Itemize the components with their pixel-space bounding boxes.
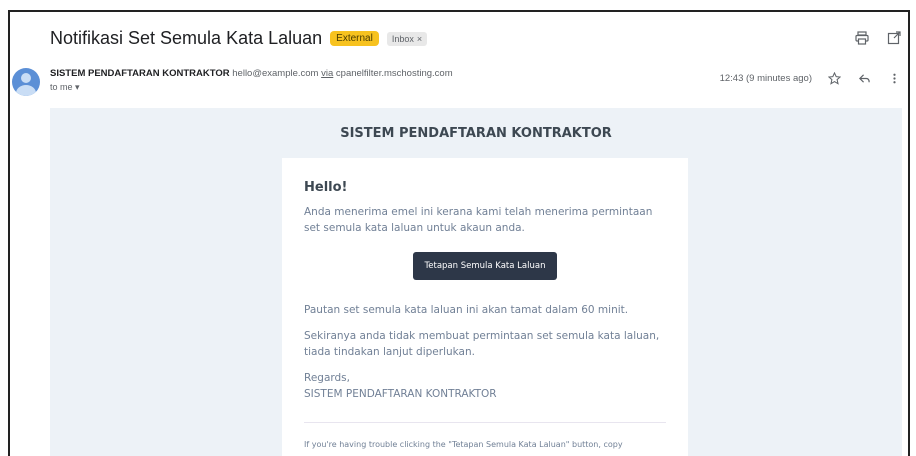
intro-paragraph: Anda menerima emel ini kerana kami telah… (304, 206, 653, 234)
email-card: Hello! Anda menerima emel ini kerana kam… (282, 158, 688, 456)
print-icon[interactable] (854, 30, 870, 46)
more-vert-icon[interactable] (886, 70, 902, 86)
chevron-down-icon: ▾ (75, 82, 80, 92)
open-in-new-icon[interactable] (886, 30, 902, 46)
footer-help-text: If you're having trouble clicking the "T… (304, 422, 666, 453)
email-body: SISTEM PENDAFTARAN KONTRAKTOR Hello! And… (50, 108, 902, 456)
message-meta: 12:43 (9 minutes ago) (720, 70, 902, 86)
email-brand-header[interactable]: SISTEM PENDAFTARAN KONTRAKTOR (50, 126, 902, 141)
sender-row: SISTEM PENDAFTARAN KONTRAKTOR hello@exam… (10, 64, 908, 98)
reset-password-button[interactable]: Tetapan Semula Kata Laluan (412, 252, 558, 280)
recipients-toggle[interactable]: to me ▾ (50, 82, 80, 93)
external-badge: External (330, 31, 379, 46)
inbox-label[interactable]: Inbox × (386, 31, 428, 46)
reply-icon[interactable] (856, 70, 872, 86)
sender-name[interactable]: SISTEM PENDAFTARAN KONTRAKTOR (50, 68, 230, 79)
no-action-paragraph: Sekiranya anda tidak membuat permintaan … (304, 330, 660, 358)
signature-text: SISTEM PENDAFTARAN KONTRAKTOR (304, 388, 497, 400)
close-icon[interactable]: × (417, 34, 422, 44)
greeting: Hello! (304, 180, 348, 195)
thread-actions (854, 30, 902, 46)
recipients-label: to me (50, 82, 73, 92)
sender-email: hello@example.com (232, 68, 319, 79)
email-subject: Notifikasi Set Semula Kata Laluan (50, 28, 323, 48)
expiry-paragraph: Pautan set semula kata laluan ini akan t… (304, 304, 629, 316)
sender-line: SISTEM PENDAFTARAN KONTRAKTOR hello@exam… (50, 68, 453, 79)
via-domain: cpanelfilter.mschosting.com (335, 68, 453, 79)
message-time: 12:43 (9 minutes ago) (719, 72, 812, 84)
regards-text: Regards, (304, 372, 350, 384)
avatar[interactable] (12, 68, 40, 96)
inbox-label-text: Inbox (391, 33, 414, 44)
email-view: Notifikasi Set Semula Kata Laluan Extern… (8, 10, 910, 456)
via-link[interactable]: via (321, 68, 333, 79)
subject-row: Notifikasi Set Semula Kata Laluan Extern… (50, 28, 428, 49)
star-icon[interactable] (826, 70, 842, 86)
